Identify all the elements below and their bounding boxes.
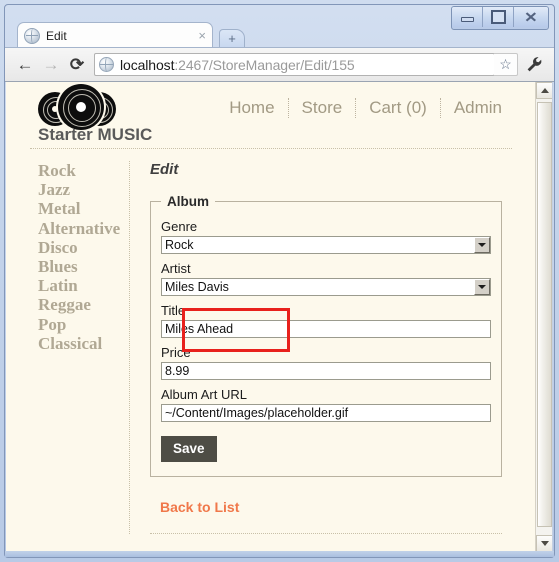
tab-strip: Edit × +: [5, 20, 554, 48]
title-input[interactable]: [161, 320, 491, 338]
sidebar-item-reggae[interactable]: Reggae: [38, 295, 129, 314]
genre-label: Genre: [161, 219, 198, 234]
close-tab-icon[interactable]: ×: [194, 29, 206, 42]
page-scrollbar[interactable]: [535, 82, 552, 552]
sidebar-item-disco[interactable]: Disco: [38, 238, 129, 257]
site-logo[interactable]: [38, 82, 128, 130]
site-title: Starter MUSIC: [38, 125, 153, 144]
page-viewport: Starter MUSIC Home Store Cart (0) Admin …: [6, 82, 553, 552]
address-host: localhost: [120, 56, 175, 73]
bookmark-star-icon[interactable]: ☆: [494, 53, 518, 76]
main-navigation: Home Store Cart (0) Admin: [221, 98, 504, 118]
sidebar-item-rock[interactable]: Rock: [38, 161, 129, 180]
tab-edit[interactable]: Edit ×: [17, 22, 213, 48]
sidebar-item-pop[interactable]: Pop: [38, 315, 129, 334]
price-input[interactable]: [161, 362, 491, 380]
album-fieldset: Album Genre Rock Artist Miles Davis Titl…: [150, 194, 502, 477]
browser-window: ✕ Edit × + ← → ⟳ localhost:2467/StoreMan…: [0, 0, 559, 562]
nav-item-admin[interactable]: Admin: [441, 98, 504, 118]
record-center-icon: [58, 84, 104, 130]
three-vinyl-records-logo: [38, 82, 128, 130]
scrollbar-thumb[interactable]: [537, 102, 552, 527]
save-button[interactable]: Save: [161, 436, 217, 462]
genre-sidebar: Rock Jazz Metal Alternative Disco Blues …: [30, 161, 130, 534]
wrench-icon[interactable]: [521, 52, 547, 78]
plus-icon: +: [228, 31, 236, 46]
site-globe-icon: [99, 57, 114, 72]
artist-field: Artist Miles Davis: [161, 261, 491, 296]
artist-select[interactable]: Miles Davis: [161, 278, 491, 296]
chevron-down-icon[interactable]: [474, 279, 490, 295]
forward-button[interactable]: →: [38, 52, 64, 78]
page-title: Edit: [150, 161, 179, 178]
page-content: Rock Jazz Metal Alternative Disco Blues …: [30, 149, 512, 534]
main-column: Edit Album Genre Rock Artist Miles Davis…: [130, 161, 512, 534]
sidebar-item-classical[interactable]: Classical: [38, 334, 129, 353]
album-art-url-label: Album Art URL: [161, 387, 247, 402]
fieldset-legend: Album: [167, 194, 209, 209]
new-tab-button[interactable]: +: [219, 29, 245, 48]
globe-icon: [24, 27, 40, 44]
genre-select[interactable]: Rock: [161, 236, 491, 254]
price-label: Price: [161, 345, 191, 360]
title-label: Title: [161, 303, 186, 318]
nav-item-cart[interactable]: Cart (0): [356, 98, 441, 118]
back-to-list-link[interactable]: Back to List: [160, 499, 239, 515]
nav-item-store[interactable]: Store: [289, 98, 357, 118]
arrow-down-icon: [540, 541, 549, 546]
browser-toolbar: ← → ⟳ localhost:2467/StoreManager/Edit/1…: [5, 47, 554, 82]
window-bottom-edge: [5, 551, 554, 557]
artist-label: Artist: [161, 261, 191, 276]
title-field: Title: [161, 303, 491, 338]
web-page: Starter MUSIC Home Store Cart (0) Admin …: [6, 82, 536, 552]
nav-item-home[interactable]: Home: [221, 98, 289, 118]
scroll-down-button[interactable]: [536, 535, 552, 552]
address-bar-url: localhost:2467/StoreManager/Edit/155: [120, 57, 355, 73]
sidebar-item-latin[interactable]: Latin: [38, 276, 129, 295]
arrow-up-icon: [540, 88, 549, 93]
sidebar-item-jazz[interactable]: Jazz: [38, 180, 129, 199]
scroll-up-button[interactable]: [536, 82, 552, 99]
back-button[interactable]: ←: [12, 52, 38, 78]
reload-button[interactable]: ⟳: [64, 52, 90, 78]
sidebar-item-blues[interactable]: Blues: [38, 257, 129, 276]
chevron-down-icon[interactable]: [474, 237, 490, 253]
genre-select-value: Rock: [161, 236, 491, 254]
album-art-url-field: Album Art URL: [161, 387, 491, 422]
tab-title: Edit: [46, 28, 67, 43]
artist-select-value: Miles Davis: [161, 278, 491, 296]
address-path: :2467/StoreManager/Edit/155: [174, 56, 355, 73]
address-bar[interactable]: localhost:2467/StoreManager/Edit/155: [94, 53, 495, 76]
album-art-url-input[interactable]: [161, 404, 491, 422]
price-field: Price: [161, 345, 491, 380]
sidebar-item-metal[interactable]: Metal: [38, 199, 129, 218]
sidebar-item-alternative[interactable]: Alternative: [38, 219, 129, 238]
site-header: Starter MUSIC Home Store Cart (0) Admin: [30, 82, 512, 149]
genre-field: Genre Rock: [161, 219, 491, 254]
page-bottom-divider: [150, 533, 502, 534]
